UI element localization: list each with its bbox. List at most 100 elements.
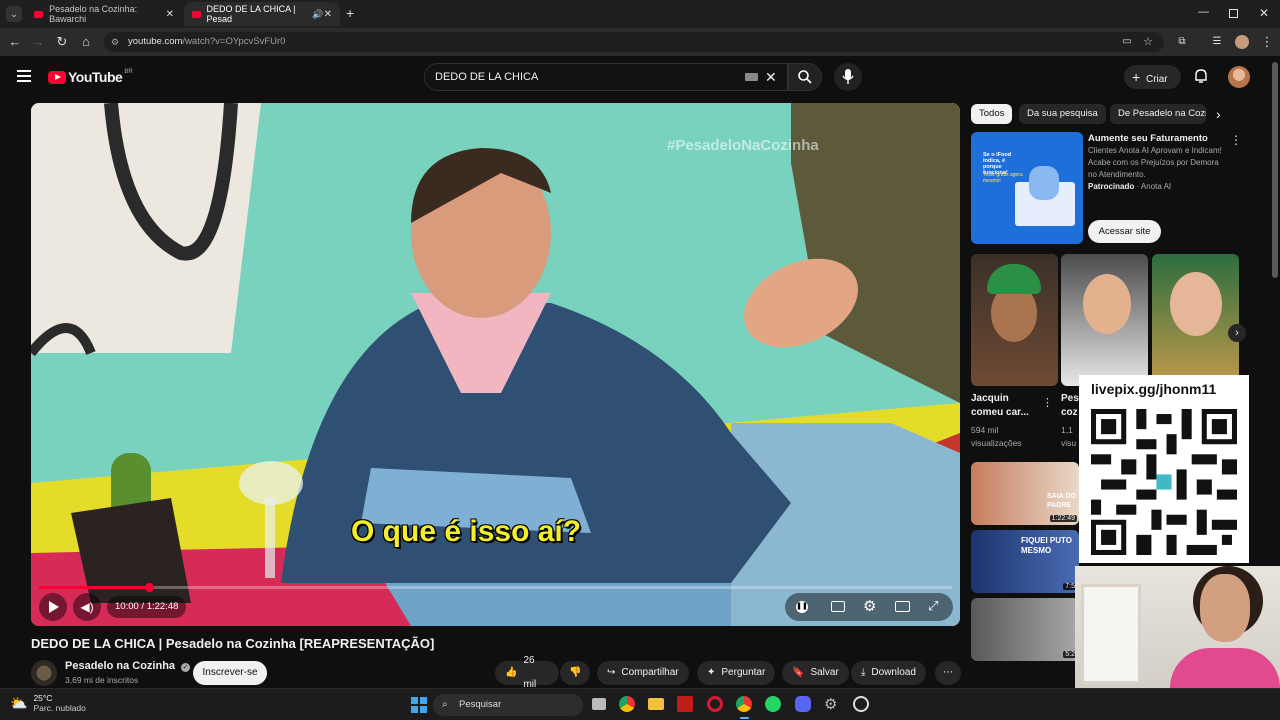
autoplay-toggle-icon[interactable]: ❚❚ [796, 601, 808, 613]
fullscreen-icon[interactable]: ⤢ [928, 598, 938, 614]
cast-icon[interactable]: ▭ [1119, 34, 1135, 50]
keyboard-icon[interactable] [745, 73, 758, 81]
chrome-active-app-icon[interactable] [736, 696, 752, 712]
like-button[interactable]: 👍 26 mil [495, 655, 559, 690]
chips-next-chevron-icon[interactable]: › [1216, 106, 1221, 122]
search-input[interactable]: DEDO DE LA CHICA ✕ [424, 63, 788, 91]
theater-mode-icon[interactable] [895, 601, 910, 612]
taskbar-search[interactable]: ⌕ Pesquisar [433, 694, 583, 716]
related-video-thumbnail-1[interactable]: SAIA DO PADRE 1:22:49 [971, 462, 1079, 525]
ad-title[interactable]: Aumente seu Faturamento [1088, 133, 1208, 144]
notifications-bell-icon[interactable] [1194, 68, 1208, 83]
more-actions-button[interactable]: ⋯ [935, 661, 961, 685]
save-button[interactable]: 🔖 Salvar [782, 661, 849, 685]
reading-list-icon[interactable]: ☰ [1209, 34, 1225, 50]
url-path: /watch?v=OYpcvSvFUr0 [182, 36, 286, 47]
hamburger-menu-icon[interactable] [17, 70, 31, 82]
start-button[interactable] [411, 697, 427, 713]
opera-gx-icon[interactable] [707, 696, 723, 712]
channel-name[interactable]: Pesadelo na Cozinha ✓ [65, 660, 191, 672]
related-video-thumbnail-3[interactable]: 5:2 [971, 598, 1079, 661]
video-player[interactable]: #PesadeloNaCozinha O que é isso aí? ◀) 1… [31, 103, 960, 626]
address-bar[interactable]: ⚙ youtube.com/watch?v=OYpcvSvFUr0 [104, 32, 1164, 52]
qr-overlay: livepix.gg/jhonm11 [1079, 375, 1249, 563]
channel-avatar[interactable] [31, 660, 57, 686]
file-explorer-icon[interactable] [648, 698, 664, 710]
search-icon [798, 70, 812, 84]
share-button[interactable]: ↪ Compartilhar [597, 661, 689, 685]
ad-cta-button[interactable]: Acessar site [1088, 220, 1161, 243]
account-avatar[interactable] [1228, 66, 1250, 88]
region-code: BR [124, 69, 133, 75]
short-thumbnail-3[interactable] [1152, 254, 1239, 386]
short-title-2[interactable]: Pes coz [1061, 392, 1079, 420]
settings-gear-icon[interactable]: ⚙ [863, 597, 876, 615]
clear-search-icon[interactable]: ✕ [765, 64, 777, 90]
browser-menu-icon[interactable]: ⋮ [1259, 34, 1275, 50]
progress-fill [39, 586, 149, 589]
task-view-icon[interactable] [592, 698, 606, 710]
short-thumbnail-2[interactable] [1061, 254, 1148, 386]
progress-scrubber[interactable] [144, 583, 154, 592]
shorts-next-chevron-icon[interactable]: › [1228, 324, 1246, 342]
create-button[interactable]: + Criar [1124, 65, 1181, 89]
close-tab-icon[interactable]: ✕ [324, 9, 332, 20]
restore-window-button[interactable] [1229, 9, 1238, 18]
browser-tab-1[interactable]: Pesadelo na Cozinha: Bawarchi ✕ [26, 2, 182, 26]
ad-thumbnail[interactable]: Se o iFood indica, é porque funciona! Te… [971, 132, 1083, 244]
weather-widget[interactable]: ⛅ 25°C Parc. nublado [10, 693, 86, 713]
chip-label: De Pesadelo na Cozi [1118, 108, 1206, 119]
bookmark-star-icon[interactable]: ☆ [1140, 34, 1156, 50]
browser-tab-2-active[interactable]: DEDO DE LA CHICA | Pesad 🔊 ✕ [184, 2, 340, 26]
voice-search-button[interactable] [834, 63, 862, 91]
browser-toolbar: ← → ↻ ⌂ ⚙ youtube.com/watch?v=OYpcvSvFUr… [0, 28, 1280, 56]
chrome-app-icon[interactable] [619, 696, 635, 712]
dislike-button[interactable]: 👎 [560, 661, 590, 685]
forward-arrow-icon[interactable]: → [30, 34, 46, 50]
tab-list-button[interactable]: ⌄ [6, 6, 22, 22]
back-arrow-icon[interactable]: ← [7, 34, 23, 50]
related-video-thumbnail-2[interactable]: FIQUEI PUTO MESMO 7:5 [971, 530, 1079, 593]
captions-icon[interactable] [831, 601, 845, 612]
home-icon[interactable]: ⌂ [78, 34, 94, 50]
youtube-logo[interactable]: YouTube BR [48, 69, 133, 85]
obs-icon[interactable] [853, 696, 869, 712]
extensions-icon[interactable]: ⧉ [1174, 34, 1190, 50]
subscribe-label: Inscrever-se [202, 667, 258, 678]
subscribe-button[interactable]: Inscrever-se [193, 661, 267, 685]
site-info-icon[interactable]: ⚙ [111, 32, 119, 52]
chip-from-channel[interactable]: De Pesadelo na Cozi [1110, 104, 1206, 124]
search-button[interactable] [788, 63, 822, 91]
close-tab-icon[interactable]: ✕ [166, 9, 174, 20]
sparkle-icon: ✦ [707, 667, 716, 678]
speaker-icon[interactable]: 🔊 [312, 9, 323, 20]
short-views-1: 594 mil visualizações [971, 425, 1022, 448]
settings-app-icon[interactable]: ⚙ [824, 695, 837, 713]
close-window-button[interactable]: ✕ [1259, 6, 1269, 20]
whatsapp-icon[interactable] [765, 696, 781, 712]
volume-button[interactable]: ◀) [73, 593, 101, 621]
progress-bar[interactable] [39, 583, 952, 592]
weather-cloud-icon: ⛅ [10, 694, 28, 711]
video-title: DEDO DE LA CHICA | Pesadelo na Cozinha [… [31, 636, 435, 651]
profile-avatar[interactable] [1235, 35, 1249, 49]
short-title-1[interactable]: Jacquin comeu car... [971, 392, 1037, 420]
ask-button[interactable]: ✦ Perguntar [697, 661, 776, 685]
short-more-icon[interactable]: ⋮ [1042, 396, 1053, 409]
search-query: DEDO DE LA CHICA [435, 71, 539, 83]
short-thumbnail-1[interactable] [971, 254, 1058, 386]
chip-all[interactable]: Todos [971, 104, 1013, 124]
page-scrollbar[interactable] [1272, 62, 1278, 278]
discord-icon[interactable] [795, 696, 811, 712]
reload-icon[interactable]: ↻ [54, 34, 70, 50]
speaker-icon: ◀) [80, 600, 94, 614]
youtube-wordmark: YouTube [68, 69, 123, 85]
chip-from-search[interactable]: Da sua pesquisa [1019, 104, 1106, 124]
ad-thumbnail-robot [1029, 166, 1059, 200]
minimize-window-button[interactable]: — [1198, 6, 1209, 18]
ad-more-icon[interactable]: ⋮ [1230, 133, 1242, 147]
new-tab-button[interactable]: + [346, 6, 354, 20]
news-app-icon[interactable] [677, 696, 693, 712]
download-button[interactable]: ⤓ Download [851, 661, 926, 685]
play-button[interactable] [39, 593, 67, 621]
